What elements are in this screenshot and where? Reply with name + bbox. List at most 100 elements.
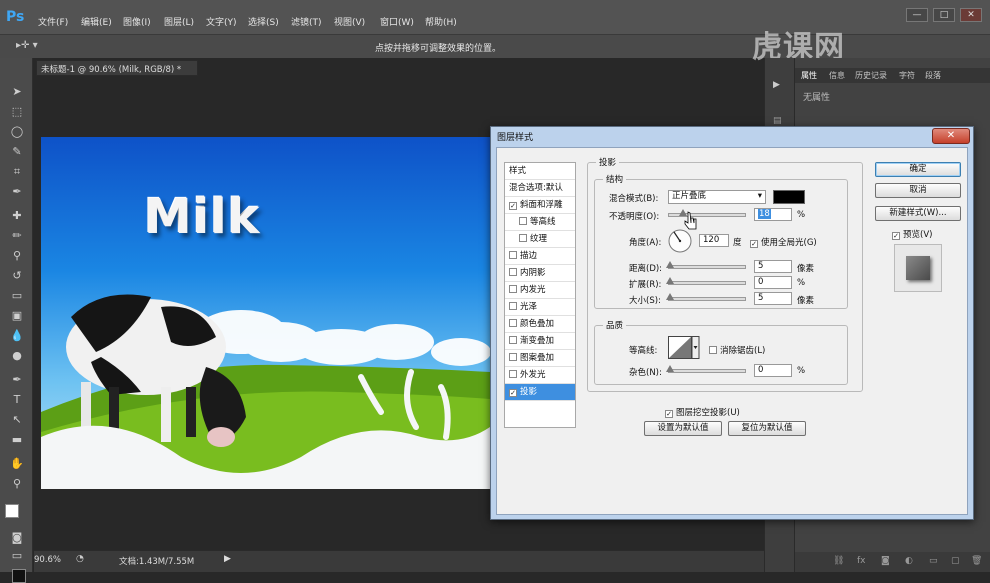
style-drop-shadow[interactable]: ✓ 投影: [505, 384, 575, 401]
tab-paragraph[interactable]: 段落: [925, 70, 941, 81]
minimize-button[interactable]: —: [906, 8, 928, 22]
anti-alias-option[interactable]: 消除锯齿(L): [709, 344, 765, 356]
color-overlay-checkbox[interactable]: [509, 319, 517, 327]
global-light-checkbox[interactable]: ✓: [750, 240, 758, 248]
contour-picker-icon[interactable]: [668, 336, 700, 360]
ok-button[interactable]: 确定: [875, 162, 961, 177]
menu-filter[interactable]: 滤镜(T): [291, 15, 322, 28]
style-gradient-overlay[interactable]: 渐变叠加: [505, 333, 575, 350]
rectangle-tool-icon[interactable]: ▬: [9, 432, 25, 448]
size-slider[interactable]: [666, 293, 746, 301]
style-pattern-overlay[interactable]: 图案叠加: [505, 350, 575, 367]
stroke-checkbox[interactable]: [509, 251, 517, 259]
distance-slider-thumb[interactable]: [666, 261, 674, 268]
styles-header[interactable]: 样式: [505, 163, 575, 180]
fx-icon[interactable]: fx: [857, 556, 866, 566]
blend-options-item[interactable]: 混合选项:默认: [505, 180, 575, 197]
history-brush-icon[interactable]: ↺: [9, 268, 25, 284]
make-default-button[interactable]: 设置为默认值: [644, 421, 722, 436]
inner-shadow-checkbox[interactable]: [509, 268, 517, 276]
eraser-tool-icon[interactable]: ▭: [9, 288, 25, 304]
outer-glow-checkbox[interactable]: [509, 370, 517, 378]
preview-checkbox[interactable]: ✓: [892, 232, 900, 240]
hand-tool-icon[interactable]: ✋: [9, 456, 25, 472]
menu-window[interactable]: 窗口(W): [380, 15, 414, 28]
tab-history[interactable]: 历史记录: [855, 70, 887, 81]
angle-input[interactable]: 120: [699, 234, 729, 247]
eyedropper-tool-icon[interactable]: ✒: [9, 184, 25, 200]
move-tool-icon[interactable]: ➤: [9, 84, 25, 100]
pen-tool-icon[interactable]: ✒: [9, 372, 25, 388]
knockout-option[interactable]: ✓ 图层挖空投影(U): [665, 406, 740, 418]
path-select-tool-icon[interactable]: ↖: [9, 412, 25, 428]
trash-icon[interactable]: 🗑: [971, 556, 982, 566]
cancel-button[interactable]: 取消: [875, 183, 961, 198]
healing-brush-icon[interactable]: ✚: [9, 208, 25, 224]
lasso-tool-icon[interactable]: ◯: [9, 124, 25, 140]
screen-mode-icon[interactable]: ▭: [9, 548, 25, 564]
contour-checkbox[interactable]: [519, 217, 527, 225]
preview-option[interactable]: ✓ 预览(V): [892, 228, 932, 240]
inner-glow-checkbox[interactable]: [509, 285, 517, 293]
spread-slider-thumb[interactable]: [666, 277, 674, 284]
maximize-button[interactable]: □: [933, 8, 955, 22]
foreground-color-swatch[interactable]: [5, 504, 19, 518]
link-icon[interactable]: ⛓: [833, 556, 844, 566]
anti-alias-checkbox[interactable]: [709, 346, 717, 354]
size-slider-thumb[interactable]: [666, 293, 674, 300]
bevel-emboss-checkbox[interactable]: ✓: [509, 202, 517, 210]
menu-layer[interactable]: 图层(L): [164, 15, 194, 28]
type-tool-icon[interactable]: T: [9, 392, 25, 408]
tab-info[interactable]: 信息: [829, 70, 845, 81]
tab-properties[interactable]: 属性: [801, 70, 817, 81]
move-tool-preset-icon[interactable]: ▸✛ ▾: [16, 40, 38, 51]
menu-select[interactable]: 选择(S): [248, 15, 279, 28]
adjustment-icon[interactable]: ◐: [905, 556, 913, 566]
background-color-swatch[interactable]: [12, 569, 26, 583]
zoom-level[interactable]: 90.6%: [34, 555, 61, 565]
opacity-input[interactable]: 18: [754, 208, 792, 221]
menu-edit[interactable]: 编辑(E): [81, 15, 112, 28]
marquee-tool-icon[interactable]: ⬚: [9, 104, 25, 120]
zoom-tool-icon[interactable]: ⚲: [9, 476, 25, 492]
brush-tool-icon[interactable]: ✏: [9, 228, 25, 244]
quick-select-tool-icon[interactable]: ✎: [9, 144, 25, 160]
style-inner-shadow[interactable]: 内阴影: [505, 265, 575, 282]
size-input[interactable]: 5: [754, 292, 792, 305]
status-info-icon[interactable]: ◔: [76, 554, 84, 564]
menu-view[interactable]: 视图(V): [334, 15, 365, 28]
angle-dial-icon[interactable]: [667, 228, 693, 254]
document-tab[interactable]: 未标题-1 @ 90.6% (Milk, RGB/8) * ×: [36, 60, 198, 85]
dialog-close-button[interactable]: ✕: [932, 128, 970, 144]
knockout-checkbox[interactable]: ✓: [665, 410, 673, 418]
texture-checkbox[interactable]: [519, 234, 527, 242]
menu-help[interactable]: 帮助(H): [425, 15, 457, 28]
style-texture[interactable]: 纹理: [505, 231, 575, 248]
canvas-image[interactable]: Milk: [41, 137, 490, 489]
spread-slider[interactable]: [666, 277, 746, 285]
new-layer-icon[interactable]: ▢: [951, 556, 960, 566]
noise-input[interactable]: 0: [754, 364, 792, 377]
crop-tool-icon[interactable]: ⌗: [9, 164, 25, 180]
style-satin[interactable]: 光泽: [505, 299, 575, 316]
style-color-overlay[interactable]: 颜色叠加: [505, 316, 575, 333]
style-outer-glow[interactable]: 外发光: [505, 367, 575, 384]
opacity-slider[interactable]: [668, 209, 746, 217]
style-stroke[interactable]: 描边: [505, 248, 575, 265]
global-light-option[interactable]: ✓ 使用全局光(G): [750, 236, 817, 248]
menu-image[interactable]: 图像(I): [123, 15, 151, 28]
blend-mode-select[interactable]: 正片叠底 ▾: [668, 190, 766, 204]
menu-type[interactable]: 文字(Y): [206, 15, 237, 28]
new-style-button[interactable]: 新建样式(W)...: [875, 206, 961, 221]
style-inner-glow[interactable]: 内发光: [505, 282, 575, 299]
mask-icon[interactable]: ◙: [881, 556, 890, 566]
panel-icon[interactable]: ▤: [773, 116, 782, 126]
style-bevel-emboss[interactable]: ✓ 斜面和浮雕: [505, 197, 575, 214]
gradient-tool-icon[interactable]: ▣: [9, 308, 25, 324]
style-contour[interactable]: 等高线: [505, 214, 575, 231]
quick-mask-icon[interactable]: ◙: [9, 530, 25, 546]
noise-slider[interactable]: [666, 365, 746, 373]
blur-tool-icon[interactable]: 💧: [9, 328, 25, 344]
window-close-button[interactable]: ✕: [960, 8, 982, 22]
distance-slider[interactable]: [666, 261, 746, 269]
